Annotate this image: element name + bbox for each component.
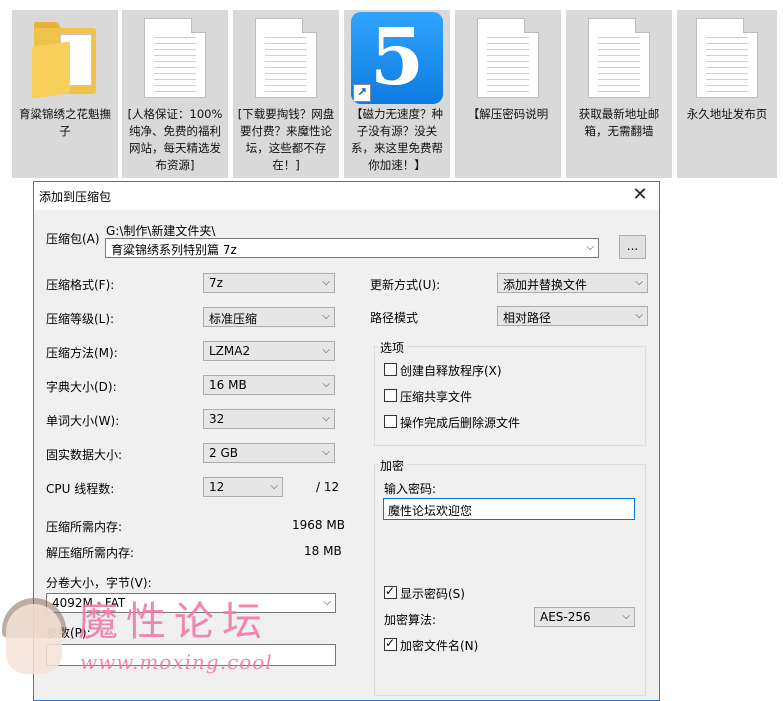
dict-value: 16 MB xyxy=(209,378,247,392)
options-group-label: 选项 xyxy=(378,339,407,356)
word-value: 32 xyxy=(209,412,225,426)
format-label: 压缩格式(F): xyxy=(46,278,115,292)
chevron-down-icon: ⌵ xyxy=(270,481,278,492)
method-label: 压缩方法(M): xyxy=(46,346,118,360)
enc-method-label: 加密算法: xyxy=(384,613,437,627)
desktop-icon-caption: 【解压密码说明 xyxy=(467,107,549,121)
desktop-icon-caption: [人格保证：100%纯净、免费的福利网站，每天精选发布资源] xyxy=(127,107,223,172)
document-icon xyxy=(477,18,539,98)
threads-max: / 12 xyxy=(316,480,340,494)
level-value: 标准压缩 xyxy=(209,312,258,326)
solid-label: 固实数据大小: xyxy=(46,448,123,462)
chevron-down-icon: ⌵ xyxy=(322,277,330,288)
desktop-icon[interactable]: [下载要掏钱？网盘要付费？来魔性论坛，这些都不存在！] xyxy=(233,10,339,178)
desktop-icon-caption: [下载要掏钱？网盘要付费？来魔性论坛，这些都不存在！] xyxy=(237,107,335,172)
word-label: 单词大小(W): xyxy=(46,414,120,428)
encryption-group-label: 加密 xyxy=(378,457,407,474)
chevron-down-icon: ⌵ xyxy=(322,311,330,322)
chevron-down-icon: ⌵ xyxy=(322,345,330,356)
level-label: 压缩等级(L): xyxy=(46,312,115,326)
enc-method-select[interactable]: AES-256 ⌵ xyxy=(534,607,635,627)
mem-decompress-label: 解压缩所需内存: xyxy=(46,546,135,560)
solid-select[interactable]: 2 GB ⌵ xyxy=(203,443,335,463)
encrypt-names-checkbox[interactable] xyxy=(384,636,397,651)
update-value: 添加并替换文件 xyxy=(503,278,588,292)
path-mode-select[interactable]: 相对路径 ⌵ xyxy=(497,306,648,326)
threads-value: 12 xyxy=(209,480,225,494)
sfx-checkbox[interactable] xyxy=(384,363,397,376)
method-value: LZMA2 xyxy=(209,344,251,358)
update-select[interactable]: 添加并替换文件 ⌵ xyxy=(497,273,648,293)
encrypt-names-label: 加密文件名(N) xyxy=(400,639,479,653)
method-select[interactable]: LZMA2 ⌵ xyxy=(203,341,335,361)
browse-button[interactable]: ... xyxy=(619,235,646,259)
solid-value: 2 GB xyxy=(209,446,238,460)
desktop-icon-caption: 育粱锦绣之花魁撫子 xyxy=(19,107,111,138)
desktop-icon-caption: 永久地址发布页 xyxy=(686,107,768,121)
archive-name-value: 育粱锦绣系列特别篇 7z xyxy=(111,243,237,257)
shared-label: 压缩共享文件 xyxy=(400,390,473,404)
shortcut-arrow-icon: ↗ xyxy=(353,84,371,102)
password-input[interactable]: 魔性论坛欢迎您 xyxy=(383,498,635,520)
dict-label: 字典大小(D): xyxy=(46,380,117,394)
watermark-url: www.moxing.cool xyxy=(80,650,273,674)
threads-label: CPU 线程数: xyxy=(46,482,115,496)
chevron-down-icon: ⌵ xyxy=(323,597,331,608)
archive-label: 压缩包(A) xyxy=(46,232,100,246)
desktop-icon-caption: 获取最新地址邮箱，无需翻墙 xyxy=(578,107,660,138)
chevron-down-icon: ⌵ xyxy=(622,611,630,622)
watermark: 魔性论坛 www.moxing.cool xyxy=(0,590,300,690)
folder-icon xyxy=(30,18,100,99)
dialog-titlebar: 添加到压缩包 ✕ xyxy=(34,182,659,210)
format-value: 7z xyxy=(209,276,223,290)
word-select[interactable]: 32 ⌵ xyxy=(203,409,335,429)
mem-compress-value: 1968 MB xyxy=(292,518,345,532)
format-select[interactable]: 7z ⌵ xyxy=(203,273,335,293)
dict-select[interactable]: 16 MB ⌵ xyxy=(203,375,335,395)
password-label: 输入密码: xyxy=(384,482,437,496)
enc-method-value: AES-256 xyxy=(540,610,591,624)
split-label: 分卷大小，字节(V): xyxy=(46,576,152,590)
chevron-down-icon: ⌵ xyxy=(322,413,330,424)
document-icon xyxy=(255,18,317,98)
show-password-label: 显示密码(S) xyxy=(400,587,465,601)
dialog-title: 添加到压缩包 xyxy=(39,190,112,204)
archive-name-combo[interactable]: 育粱锦绣系列特别篇 7z ⌵ xyxy=(105,238,599,258)
desktop-icon[interactable]: 【解压密码说明 xyxy=(455,10,561,178)
sfx-label: 创建自释放程序(X) xyxy=(400,364,502,378)
archive-path: G:\制作\新建文件夹\ xyxy=(106,224,216,238)
app-5-icon: 5 ↗ xyxy=(351,12,443,104)
path-mode-label: 路径模式 xyxy=(370,311,419,325)
desktop-icon[interactable]: 永久地址发布页 xyxy=(677,10,777,178)
shared-checkbox[interactable] xyxy=(384,389,397,402)
level-select[interactable]: 标准压缩 ⌵ xyxy=(203,307,335,327)
desktop-icon[interactable]: 5 ↗ 【磁力无速度？种子没有源？没关系，来这里免费帮你加速！】 xyxy=(344,10,450,178)
delete-label: 操作完成后删除源文件 xyxy=(400,416,521,430)
update-label: 更新方式(U): xyxy=(370,278,441,292)
desktop-icon-caption: 【磁力无速度？种子没有源？没关系，来这里免费帮你加速！】 xyxy=(351,107,443,172)
chevron-down-icon: ⌵ xyxy=(635,310,643,321)
close-icon[interactable]: ✕ xyxy=(629,184,651,206)
threads-select[interactable]: 12 ⌵ xyxy=(203,477,283,497)
watermark-text: 魔性论坛 xyxy=(78,599,270,645)
chevron-down-icon: ⌵ xyxy=(635,277,643,288)
delete-checkbox[interactable] xyxy=(384,415,397,428)
desktop-icon[interactable]: [人格保证：100%纯净、免费的福利网站，每天精选发布资源] xyxy=(122,10,228,178)
mem-compress-label: 压缩所需内存: xyxy=(46,520,123,534)
document-icon xyxy=(696,18,758,98)
chevron-down-icon: ⌵ xyxy=(586,242,594,253)
show-password-checkbox[interactable] xyxy=(384,584,397,599)
password-value: 魔性论坛欢迎您 xyxy=(388,504,473,518)
avatar xyxy=(6,604,62,674)
chevron-down-icon: ⌵ xyxy=(322,379,330,390)
document-icon xyxy=(588,18,650,98)
mem-decompress-value: 18 MB xyxy=(304,544,342,558)
document-icon xyxy=(144,18,206,98)
path-mode-value: 相对路径 xyxy=(503,311,552,325)
chevron-down-icon: ⌵ xyxy=(322,447,330,458)
desktop-icon[interactable]: 育粱锦绣之花魁撫子 xyxy=(12,10,118,178)
desktop-icon[interactable]: 获取最新地址邮箱，无需翻墙 xyxy=(566,10,672,178)
